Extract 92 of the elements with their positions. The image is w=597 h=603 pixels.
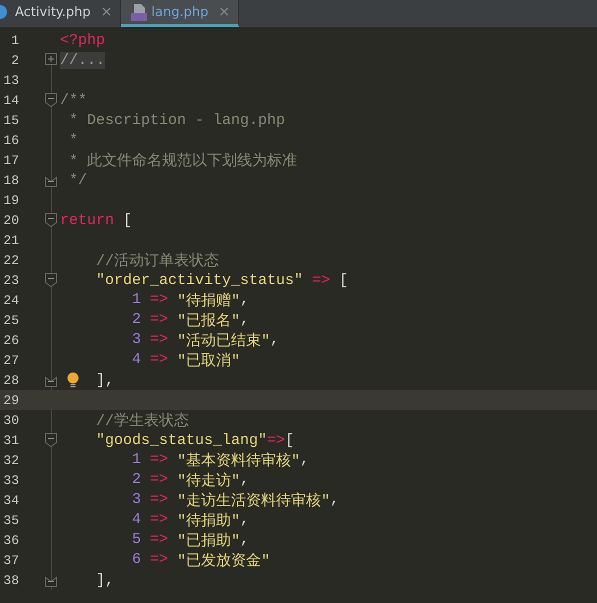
code-text: , xyxy=(270,330,280,350)
code-operator: => xyxy=(150,310,168,330)
folded-code: //... xyxy=(60,52,106,68)
code-string: "走访生活资料待审核" xyxy=(177,491,330,510)
code-text: , xyxy=(240,290,250,310)
line-number: 22 xyxy=(2,252,19,268)
code-number: 3 xyxy=(132,490,142,510)
code-text: [ xyxy=(123,212,132,228)
code-operator: => xyxy=(150,530,168,550)
code-operator: => xyxy=(150,330,168,350)
code-number: 2 xyxy=(132,310,142,330)
code-text: , xyxy=(330,490,340,510)
code-operator: => xyxy=(150,510,168,530)
code-text: , xyxy=(240,310,250,330)
line-number: 21 xyxy=(2,232,19,248)
code-operator: => xyxy=(150,450,168,470)
code-text: [ xyxy=(339,272,348,288)
code-string: "基本资料待审核" xyxy=(177,451,300,470)
code-operator: => xyxy=(267,432,286,448)
line-number: 14 xyxy=(2,92,19,108)
lightbulb-icon[interactable] xyxy=(67,372,79,388)
line-number: 25 xyxy=(2,312,19,328)
collapse-icon[interactable] xyxy=(45,273,57,287)
code-text: ], xyxy=(96,372,114,388)
code-number: 3 xyxy=(132,330,142,350)
code-string: "待捐赠" xyxy=(177,292,240,310)
code-text: , xyxy=(240,510,250,530)
code-operator: => xyxy=(150,470,168,490)
code-keyword: return xyxy=(60,212,114,228)
line-number: 16 xyxy=(2,132,19,148)
line-number: 36 xyxy=(2,532,19,548)
code-text: , xyxy=(300,450,310,470)
line-number: 34 xyxy=(2,492,19,508)
code-comment: * xyxy=(69,132,78,148)
line-number: 30 xyxy=(2,412,19,428)
code-string: "活动已结束" xyxy=(177,332,270,350)
code-comment: * 此文件命名规范以下划线为标准 xyxy=(69,152,298,170)
code-text: , xyxy=(240,470,250,490)
code-comment: /** xyxy=(60,92,88,108)
code-operator: => xyxy=(312,272,330,288)
line-number: 19 xyxy=(2,192,19,208)
line-number: 37 xyxy=(2,552,19,568)
code-string: "已发放资金" xyxy=(177,552,270,570)
code-number: 4 xyxy=(132,350,142,370)
code-operator: => xyxy=(150,550,168,570)
code-operator: => xyxy=(150,290,168,310)
code-string: "order_activity_status" xyxy=(96,272,304,288)
code-number: 4 xyxy=(132,510,142,530)
line-number: 23 xyxy=(2,272,19,288)
line-number: 27 xyxy=(2,352,19,368)
code-number: 2 xyxy=(132,470,142,490)
code-operator: => xyxy=(150,350,168,370)
line-number: 18 xyxy=(2,172,19,188)
collapse-icon[interactable] xyxy=(45,93,57,107)
code-keyword: <?php xyxy=(60,32,106,48)
code-string: "已捐助" xyxy=(177,532,240,550)
line-number: 28 xyxy=(2,372,19,388)
line-number: 20 xyxy=(2,212,19,228)
code-number: 5 xyxy=(132,530,142,550)
code-text: ], xyxy=(96,572,114,588)
line-number: 13 xyxy=(2,72,19,88)
line-number: 31 xyxy=(2,432,19,448)
code-comment: * Description - lang.php xyxy=(69,112,286,128)
code-text: [ xyxy=(285,432,294,448)
line-number: 24 xyxy=(2,292,19,308)
code-operator: => xyxy=(150,490,168,510)
collapse-icon[interactable] xyxy=(45,433,57,447)
code-number: 1 xyxy=(132,450,142,470)
line-number: 15 xyxy=(2,112,19,128)
code-string: "待走访" xyxy=(177,471,240,490)
file-icon xyxy=(131,4,148,20)
code-string: "goods_status_lang" xyxy=(96,432,268,448)
collapse-icon[interactable] xyxy=(45,213,57,227)
code-comment: //活动订单表状态 xyxy=(96,252,220,270)
line-number: 2 xyxy=(10,52,19,68)
line-number: 29 xyxy=(2,392,19,408)
line-number: 32 xyxy=(2,452,19,468)
code-text: , xyxy=(240,530,250,550)
code-string: "已报名" xyxy=(177,312,240,330)
code-comment: //学生表状态 xyxy=(96,412,190,430)
expand-icon[interactable] xyxy=(45,53,57,65)
code-number: 1 xyxy=(132,290,142,310)
code-string: "已取消" xyxy=(177,352,240,370)
line-number: 35 xyxy=(2,512,19,528)
line-number: 33 xyxy=(2,472,19,488)
code-comment: */ xyxy=(69,172,88,188)
line-number: 26 xyxy=(2,332,19,348)
line-number: 1 xyxy=(10,32,19,48)
line-number: 38 xyxy=(2,572,19,588)
line-number: 17 xyxy=(2,152,19,168)
code-number: 6 xyxy=(132,550,142,570)
code-string: "待捐助" xyxy=(177,512,240,530)
